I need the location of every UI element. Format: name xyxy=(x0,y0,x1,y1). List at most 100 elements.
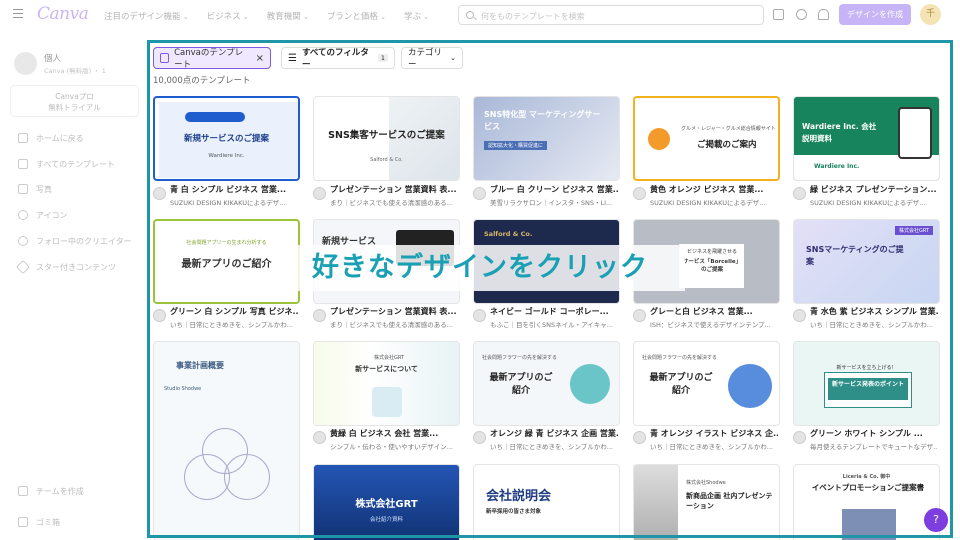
sidebar-item-photos[interactable]: 写真 xyxy=(18,182,52,196)
template-creator[interactable]: いち｜日常にときめきを、シンプルかわ... xyxy=(490,441,618,451)
template-creator[interactable]: いち｜日常にときめきを、シンプルかわ... xyxy=(650,441,778,451)
nav-business[interactable]: ビジネス xyxy=(207,10,249,22)
close-icon[interactable]: × xyxy=(256,53,264,64)
template-title[interactable]: ネイビー ゴールド コーポレー... xyxy=(490,306,618,317)
creator-avatar[interactable] xyxy=(153,187,166,200)
template-thumb-sub: グルメ・レジャー・グルメ総合情報サイト xyxy=(681,126,776,132)
template-creator[interactable]: もふこ｜目を引くSNSネイル・アイキャ... xyxy=(490,319,618,329)
heart-icon xyxy=(18,236,28,246)
team-switcher[interactable]: 個人 Canva (無料版) ・ 1 xyxy=(14,50,140,78)
filter-chip-canva-templates[interactable]: Canvaのテンプレート × xyxy=(153,47,271,70)
template-icon xyxy=(18,159,28,169)
template-title[interactable]: グリーン ホワイト シンプル ... xyxy=(810,428,938,439)
template-card[interactable]: 社会問題フラワーの先を解決する 最新アプリのご紹介 xyxy=(633,341,780,426)
template-title[interactable]: 青 水色 紫 ビジネス シンプル 営業... xyxy=(810,306,938,317)
template-card[interactable]: 新規サービスのご提案 Wardiere Inc. xyxy=(153,96,300,181)
canva-logo[interactable]: Canva xyxy=(37,4,89,24)
creator-avatar[interactable] xyxy=(153,309,166,322)
team-icon xyxy=(18,486,28,496)
template-thumb-title: サービス「Borcelle」のご提案 xyxy=(682,259,742,273)
sidebar-item-icons[interactable]: アイコン xyxy=(18,208,68,222)
template-card[interactable]: SNS集客サービスのご提案 Salford & Co. xyxy=(313,96,460,181)
sidebar-item-trash[interactable]: ゴミ箱 xyxy=(18,515,60,529)
template-creator[interactable]: ISH：ビジネスで使えるデザインテンプ... xyxy=(650,319,778,329)
template-title[interactable]: 青 白 シンプル ビジネス 営業... xyxy=(170,184,298,195)
template-creator[interactable]: まり｜ビジネスでも使える清潔感のある... xyxy=(330,319,458,329)
template-creator[interactable]: SUZUKI DESIGN KIKAKUによるデザ... xyxy=(810,197,938,207)
template-creator[interactable]: SUZUKI DESIGN KIKAKUによるデザ... xyxy=(170,197,298,207)
template-creator[interactable]: 美雪リラクサロン｜インスタ・SNS・LI... xyxy=(490,197,618,207)
template-creator[interactable]: 毎月使えるテンプレートでキュートなデザ... xyxy=(810,441,938,451)
creator-avatar[interactable] xyxy=(313,187,326,200)
template-card[interactable]: Wardiere Inc. 会社説明資料 Wardiere Inc. xyxy=(793,96,940,181)
creator-avatar[interactable] xyxy=(793,309,806,322)
creator-avatar[interactable] xyxy=(473,431,486,444)
category-label: カテゴリー xyxy=(408,48,443,70)
template-title[interactable]: 緑 ビジネス プレゼンテーション... xyxy=(810,184,938,195)
team-subtitle: Canva (無料版) ・ 1 xyxy=(44,67,106,75)
creator-avatar[interactable] xyxy=(793,431,806,444)
nav-features[interactable]: 注目のデザイン機能 xyxy=(104,10,189,22)
template-title[interactable]: ブルー 白 クリーン ビジネス 営業... xyxy=(490,184,618,195)
template-title[interactable]: グレーと白 ビジネス 営業... xyxy=(650,306,778,317)
sidebar-item-create-team[interactable]: チームを作成 xyxy=(18,484,84,498)
template-card[interactable]: 新サービスを立ち上げる！ 新サービス発表のポイント xyxy=(793,341,940,426)
template-title[interactable]: オレンジ 緑 青 ビジネス 企画 営業... xyxy=(490,428,618,439)
template-thumb-sub: 新卒採用の皆さま対象 xyxy=(486,509,542,515)
avatar[interactable]: 千 xyxy=(920,4,941,25)
template-thumb-title: 最新アプリのご紹介 xyxy=(489,373,553,396)
template-card[interactable]: Liceria & Co. 御中 イベントプロモーションご提案書 xyxy=(793,464,940,540)
all-filters-button[interactable]: ☰ すべてのフィルター 1 xyxy=(281,47,395,70)
sidebar-item-all-templates[interactable]: すべてのテンプレート xyxy=(18,157,115,171)
top-nav: 注目のデザイン機能 ビジネス 教育機関 プランと価格 学ぶ xyxy=(104,10,429,22)
template-title[interactable]: プレゼンテーション 営業資料 表... xyxy=(330,184,458,195)
sidebar-item-starred[interactable]: スター付きコンテンツ xyxy=(15,259,116,275)
creator-avatar[interactable] xyxy=(473,187,486,200)
creator-avatar[interactable] xyxy=(633,309,646,322)
menu-icon[interactable] xyxy=(13,9,23,18)
nav-learn[interactable]: 学ぶ xyxy=(404,10,429,22)
template-title[interactable]: 黄緑 白 ビジネス 会社 営業... xyxy=(330,428,458,439)
template-card[interactable]: 社会問題フラワーの先を解決する 最新アプリのご紹介 xyxy=(473,341,620,426)
help-button[interactable]: ? xyxy=(924,508,948,532)
creator-avatar[interactable] xyxy=(633,431,646,444)
template-card[interactable]: 株式会社GRT 新サービスについて xyxy=(313,341,460,426)
template-creator[interactable]: まり｜ビジネスでも使える清潔感のある... xyxy=(330,197,458,207)
template-card[interactable]: 株式会社GRT 会社紹介資料 xyxy=(313,464,460,540)
nav-education[interactable]: 教育機関 xyxy=(267,10,309,22)
template-card[interactable]: SNS特化型 マーケティングサービス 認知拡大化・購買促進に xyxy=(473,96,620,181)
template-creator[interactable]: SUZUKI DESIGN KIKAKUによるデザ... xyxy=(650,197,778,207)
template-title[interactable]: 黄色 オレンジ ビジネス 営業... xyxy=(650,184,778,195)
creator-avatar[interactable] xyxy=(793,187,806,200)
creator-avatar[interactable] xyxy=(633,187,646,200)
sidebar-item-home[interactable]: ホームに戻る xyxy=(18,131,84,145)
template-card[interactable]: 事業計画概要 Studio Shodwe xyxy=(153,341,300,540)
template-card[interactable]: 株式会社GRT SNSマーケティングのご提案 xyxy=(793,219,940,304)
template-title[interactable]: 青 オレンジ イラスト ビジネス 企... xyxy=(650,428,778,439)
gear-icon[interactable] xyxy=(796,9,807,20)
sidebar: 個人 Canva (無料版) ・ 1 Canvaプロ 無料トライアル ホームに戻… xyxy=(0,30,148,540)
nav-pricing[interactable]: プランと価格 xyxy=(327,10,386,22)
template-title[interactable]: プレゼンテーション 営業資料 表... xyxy=(330,306,458,317)
create-design-button[interactable]: デザインを作成 xyxy=(839,4,911,25)
template-card[interactable]: 会社説明会 新卒採用の皆さま対象 xyxy=(473,464,620,540)
template-creator[interactable]: いち｜日常にときめきを、シンプルかわ... xyxy=(810,319,938,329)
template-card[interactable]: 株式会社Shodwe 新商品企画 社内プレゼンテーション xyxy=(633,464,780,540)
sidebar-item-following[interactable]: フォロー中のクリエイター xyxy=(18,234,132,248)
creator-avatar[interactable] xyxy=(473,309,486,322)
creator-avatar[interactable] xyxy=(313,431,326,444)
template-thumb-sub: Studio Shodwe xyxy=(164,386,202,392)
template-card[interactable]: グルメ・レジャー・グルメ総合情報サイト ご掲載のご案内 xyxy=(633,96,780,181)
pro-trial-button[interactable]: Canvaプロ 無料トライアル xyxy=(10,85,139,117)
trash-icon xyxy=(18,517,28,527)
search-input[interactable]: 何をものテンプレートを検索 xyxy=(458,5,764,25)
template-title[interactable]: グリーン 白 シンプル 写真 ビジネ... xyxy=(170,306,298,317)
monitor-icon[interactable] xyxy=(773,9,784,20)
category-dropdown[interactable]: カテゴリー ⌄ xyxy=(401,47,463,70)
sidebar-item-label: スター付きコンテンツ xyxy=(36,262,116,272)
template-creator[interactable]: いち｜日常にときめきを、シンプルかわ... xyxy=(170,319,298,329)
template-thumb-sub: 株式会社GRT xyxy=(894,226,933,235)
bell-icon[interactable] xyxy=(818,9,829,20)
template-creator[interactable]: シンプル・伝わる・使いやすいデザイン... xyxy=(330,441,458,451)
creator-avatar[interactable] xyxy=(313,309,326,322)
